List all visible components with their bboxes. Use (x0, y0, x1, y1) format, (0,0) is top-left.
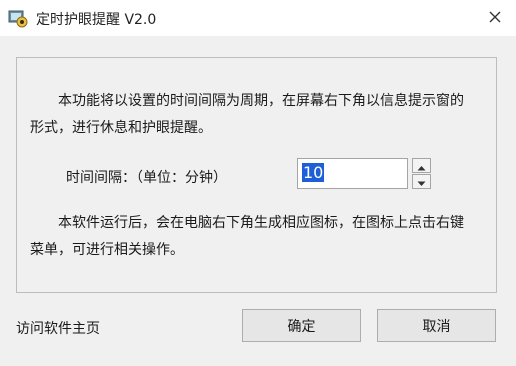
interval-value: 10 (302, 163, 325, 182)
interval-spinner (412, 158, 431, 189)
ok-button[interactable]: 确定 (242, 309, 361, 342)
description-text-2: 本软件运行后，会在电脑右下角生成相应图标，在图标上点击右键菜单，可进行相关操作。 (30, 215, 464, 258)
dialog-window: 定时护眼提醒 V2.0 本功能将以设置的时间间隔为周期，在屏幕右下角以信息提示窗… (0, 0, 516, 366)
title-bar: 定时护眼提醒 V2.0 (0, 0, 516, 36)
spin-down-button[interactable] (412, 174, 431, 189)
spin-up-button[interactable] (412, 158, 431, 173)
app-icon (8, 8, 28, 28)
spin-down-icon (417, 172, 426, 191)
description-text-1: 本功能将以设置的时间间隔为周期，在屏幕右下角以信息提示窗的形式，进行休息和护眼提… (30, 93, 464, 136)
homepage-link[interactable]: 访问软件主页 (16, 318, 100, 338)
window-title: 定时护眼提醒 V2.0 (36, 12, 157, 28)
close-icon (488, 9, 502, 28)
close-button[interactable] (484, 7, 506, 29)
interval-input[interactable]: 10 (297, 158, 408, 189)
interval-label: 时间间隔：（单位：分钟） (66, 170, 227, 186)
cancel-button[interactable]: 取消 (377, 309, 496, 342)
